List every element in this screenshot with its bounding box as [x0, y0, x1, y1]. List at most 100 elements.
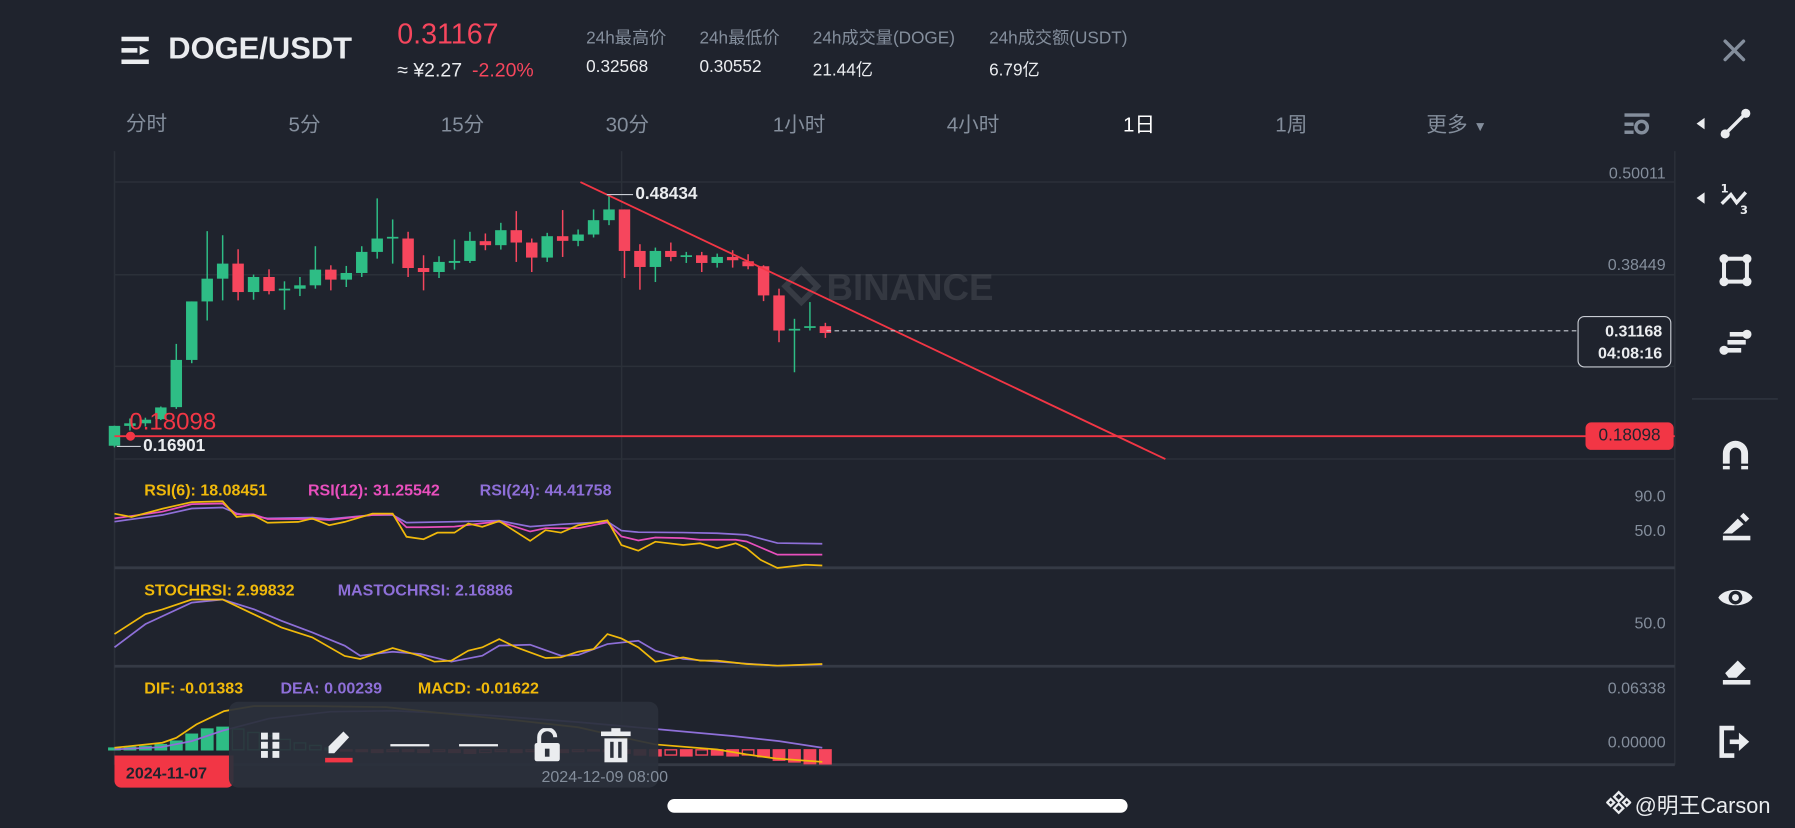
parallel-lines-tool-icon[interactable]: [1716, 323, 1755, 362]
right-toolbar-divider: [1691, 398, 1778, 400]
mastochrsi-line: [113, 598, 823, 667]
candle-body: [232, 263, 244, 293]
rectangle-tool-icon[interactable]: [1716, 251, 1755, 290]
candle-up: [278, 281, 291, 310]
grid: [113, 151, 1676, 767]
svg-text:3: 3: [1740, 203, 1748, 215]
macd-axis-label: 0.00000: [1607, 732, 1666, 751]
stoch-axis-label: 50.0: [1634, 613, 1666, 632]
candle-up: [587, 209, 600, 238]
axis-label: 0.38449: [1607, 255, 1666, 274]
candle-down: [263, 269, 275, 295]
candle-body: [464, 240, 476, 261]
candle-up: [294, 276, 306, 297]
candle-body: [371, 238, 383, 252]
candle-body: [417, 268, 430, 273]
rsi12-legend: RSI(12): 31.25542: [307, 480, 440, 500]
candle-body: [618, 209, 631, 251]
candle-body: [711, 256, 723, 263]
candle-body: [572, 234, 584, 241]
candle-up: [649, 247, 662, 283]
expand-caret-icon[interactable]: [1696, 117, 1705, 130]
candle-body: [479, 241, 492, 246]
candle-down: [665, 242, 677, 262]
delete-icon[interactable]: [595, 725, 636, 766]
magnet-icon[interactable]: [1716, 434, 1755, 473]
macd-histogram-bar: [664, 749, 678, 756]
candle-body: [587, 220, 600, 235]
candle-down: [696, 251, 708, 273]
dea-legend: DEA: 0.00239: [280, 678, 383, 698]
rsi6-line: [114, 500, 823, 569]
mastochrsi-legend: MASTOCHRSI: 2.16886: [337, 580, 513, 599]
author-watermark: @明王Carson: [1634, 794, 1771, 819]
expand-caret-icon[interactable]: [1696, 192, 1705, 204]
candle-body: [696, 255, 708, 263]
line-width-button[interactable]: [387, 725, 433, 766]
candles: [108, 194, 832, 448]
candle-body: [788, 328, 801, 331]
candle-body: [680, 255, 693, 257]
candle-body: [665, 250, 677, 257]
candle-up: [680, 251, 693, 263]
candle-down: [556, 210, 569, 257]
axis-date-label: 2024-12-09 08:00: [541, 766, 669, 786]
current-price-value: 0.31168: [1605, 321, 1663, 340]
fibonacci-tool-icon[interactable]: 13: [1716, 179, 1755, 218]
candle-up: [804, 302, 816, 331]
candle-up: [386, 219, 399, 264]
candle-body: [294, 285, 306, 289]
unlock-icon[interactable]: [527, 725, 568, 766]
cursor-date-badge: 2024-11-07: [114, 755, 234, 788]
candle-down: [417, 255, 430, 291]
candle-body: [402, 238, 414, 269]
hline-price-label: 0.18098: [129, 408, 217, 436]
candle-up: [711, 253, 723, 268]
rsi24-legend: RSI(24): 44.41758: [479, 480, 612, 500]
candle-body: [634, 250, 646, 267]
hline-axis-badge[interactable]: 0.18098: [1585, 422, 1674, 450]
candle-body: [170, 359, 183, 408]
macd-histogram-bar: [679, 749, 693, 757]
candle-up: [572, 229, 584, 247]
candle-body: [495, 230, 507, 246]
trend-line-drawing: [580, 181, 1166, 460]
stochrsi-legend: STOCHRSI: 2.99832: [144, 580, 295, 599]
macd-axis-label: 0.06338: [1607, 678, 1666, 698]
dif-legend: DIF: -0.01383: [144, 678, 244, 698]
kline-screen: DOGE/USDT 0.31167 ≈ ¥2.27 -2.20% 24h最高价 …: [0, 0, 1795, 828]
svg-text:1: 1: [1721, 181, 1729, 195]
eye-icon[interactable]: [1716, 578, 1755, 617]
candle-body: [309, 269, 322, 286]
candle-up: [186, 301, 198, 364]
rsi12-line: [114, 502, 823, 556]
binance-logo-icon: [1605, 790, 1632, 821]
candle-down: [634, 244, 646, 290]
rsi-axis-label: 50.0: [1634, 520, 1666, 540]
stochrsi-line: [114, 598, 823, 667]
low-price-label: 0.16901: [143, 436, 206, 456]
trend-line-tool-icon[interactable]: [1716, 104, 1755, 143]
candle-body: [216, 263, 229, 279]
candle-up: [448, 239, 461, 270]
candle-body: [186, 301, 198, 360]
candle-up: [371, 198, 383, 259]
candle-body: [386, 236, 399, 239]
pen-tool-icon[interactable]: [1716, 507, 1755, 546]
candle-up: [170, 343, 183, 409]
rsi-axis-label: 90.0: [1634, 486, 1666, 505]
home-indicator[interactable]: [667, 799, 1128, 813]
eraser-icon[interactable]: [1716, 650, 1755, 689]
high-price-label: 0.48434: [635, 184, 698, 204]
candle-down: [479, 233, 492, 251]
current-price-box: 0.31168 04:08:16: [1577, 315, 1672, 368]
exit-fullscreen-icon[interactable]: [1716, 722, 1755, 761]
rsi-lines: [114, 500, 823, 569]
drag-handle-icon[interactable]: [250, 725, 291, 766]
candle-body: [773, 295, 785, 331]
line-color-button[interactable]: [318, 725, 359, 766]
candle-up: [788, 318, 801, 373]
candle-up: [541, 232, 553, 262]
candle-up: [340, 265, 353, 288]
line-style-button[interactable]: [456, 725, 502, 766]
